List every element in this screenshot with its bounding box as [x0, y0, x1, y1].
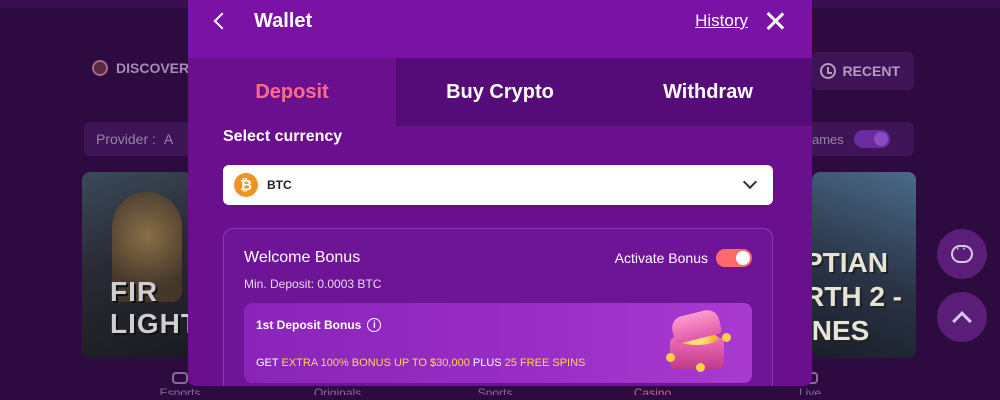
games-toggle[interactable]	[853, 130, 890, 148]
promo-plus: PLUS	[469, 357, 505, 369]
provider-filter[interactable]: Provider : A	[84, 122, 204, 156]
clock-icon	[820, 63, 837, 79]
modal-header: Wallet History	[188, 0, 812, 58]
deposit-bonus-banner: 1st Deposit Bonus i GET EXTRA 100% BONUS…	[244, 303, 752, 383]
wallet-tabs: Deposit Buy Crypto Withdraw	[188, 58, 812, 126]
gamepad-icon	[172, 372, 188, 384]
activate-bonus-toggle[interactable]	[716, 249, 752, 267]
activate-bonus: Activate Bonus	[615, 249, 752, 267]
games-filter[interactable]: ames	[812, 122, 914, 156]
bitcoin-icon: ₿	[234, 173, 258, 197]
recent-button[interactable]: RECENT	[812, 52, 914, 90]
treasure-chest-icon	[666, 307, 731, 373]
modal-title: Wallet	[254, 9, 313, 32]
chat-icon	[951, 240, 974, 263]
game-card-left[interactable]: FIR LIGHT	[82, 172, 192, 358]
provider-label: Provider :	[96, 131, 156, 147]
promo-spins: 25 FREE SPINS	[504, 357, 586, 369]
bonus-title: Welcome Bonus	[244, 249, 361, 266]
toggle-knob	[736, 251, 750, 265]
currency-select[interactable]: ₿ BTC	[223, 165, 773, 205]
promo-title-text: 1st Deposit Bonus	[256, 318, 362, 332]
bonus-card: Welcome Bonus Activate Bonus Min. Deposi…	[223, 228, 773, 386]
back-icon[interactable]	[213, 12, 231, 30]
promo-get: GET	[256, 357, 282, 369]
discover-nav[interactable]: DISCOVER	[92, 60, 189, 76]
game-card-right[interactable]: PTIAN RTH 2 - INES	[812, 172, 916, 358]
promo-text: GET EXTRA 100% BONUS UP TO $30,000 PLUS …	[256, 357, 585, 369]
info-icon[interactable]: i	[367, 318, 382, 332]
discover-icon	[92, 60, 108, 76]
select-currency-label: Select currency	[223, 128, 343, 145]
history-link[interactable]: History	[695, 11, 748, 31]
chevron-up-icon	[952, 311, 972, 331]
provider-value: A	[163, 131, 174, 147]
chat-button[interactable]	[937, 229, 987, 279]
tab-withdraw[interactable]: Withdraw	[604, 58, 812, 126]
promo-extra: EXTRA 100% BONUS UP TO $30,000	[281, 357, 470, 369]
discover-label: DISCOVER	[116, 60, 190, 76]
games-label: ames	[812, 131, 844, 147]
recent-label: RECENT	[842, 63, 900, 79]
promo-title: 1st Deposit Bonus i	[256, 318, 382, 332]
chevron-down-icon	[742, 174, 758, 190]
close-icon[interactable]	[766, 12, 784, 30]
game-card-title: PTIAN RTH 2 - INES	[812, 247, 902, 346]
tab-buy-crypto[interactable]: Buy Crypto	[396, 58, 604, 126]
tab-deposit[interactable]: Deposit	[188, 58, 396, 126]
min-deposit: Min. Deposit: 0.0003 BTC	[244, 277, 382, 291]
activate-bonus-label: Activate Bonus	[614, 250, 708, 266]
game-card-title: FIR LIGHT	[110, 276, 192, 339]
scroll-top-button[interactable]	[937, 292, 987, 342]
wallet-modal: Wallet History Deposit Buy Crypto Withdr…	[188, 0, 812, 386]
currency-value: BTC	[267, 178, 292, 192]
